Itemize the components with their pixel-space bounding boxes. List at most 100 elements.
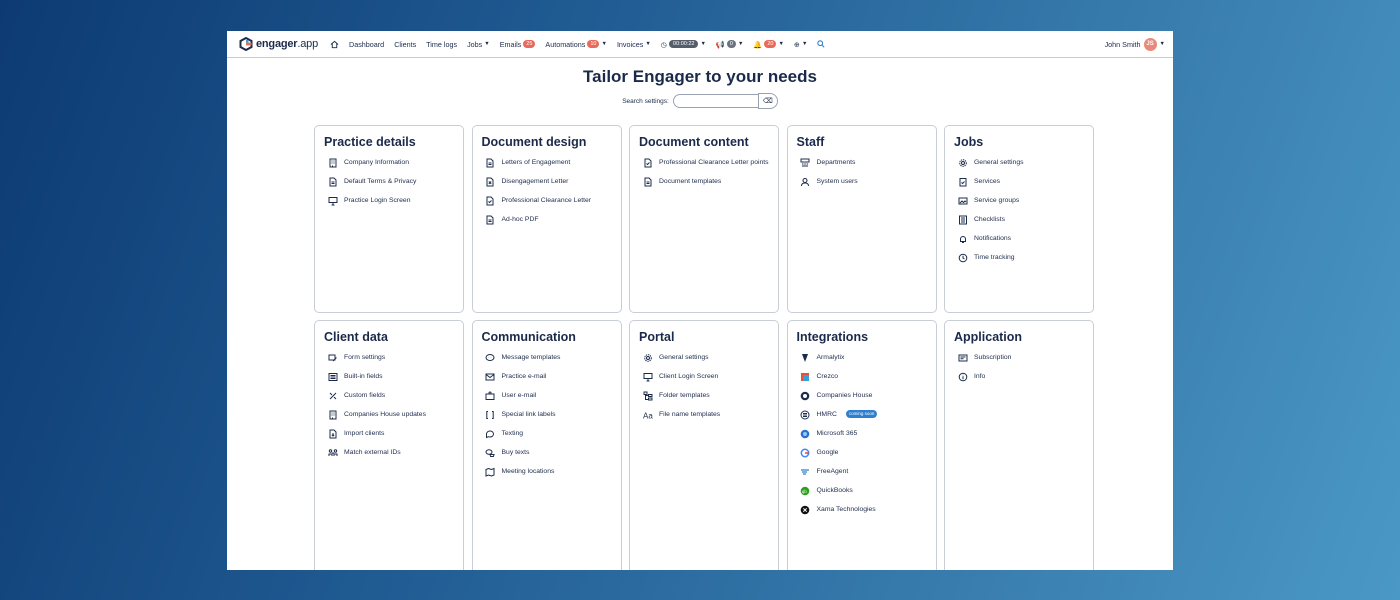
settings-link-meeting-locations[interactable]: Meeting locations — [482, 467, 613, 477]
nav-jobs[interactable]: Jobs ▼ — [467, 40, 490, 49]
checklist-icon — [957, 214, 968, 225]
settings-link-custom-fields[interactable]: Custom fields — [324, 391, 455, 401]
settings-link-general-settings[interactable]: General settings — [954, 158, 1085, 168]
settings-link-practice-login-screen[interactable]: Practice Login Screen — [324, 196, 455, 206]
nav-automations[interactable]: Automations 10 ▼ — [545, 40, 607, 49]
settings-link-checklists[interactable]: Checklists — [954, 215, 1085, 225]
announcements-menu[interactable]: 📢 0 ▼ — [716, 40, 743, 49]
card-practice-details: Practice details Company Information Defau… — [314, 125, 464, 313]
settings-link-label: Texting — [501, 430, 524, 437]
search-icon[interactable] — [817, 40, 825, 48]
settings-link-buy-texts[interactable]: Buy texts — [482, 448, 613, 458]
home-icon[interactable] — [330, 40, 339, 49]
nav-clients[interactable]: Clients — [394, 40, 416, 49]
add-new-menu[interactable]: ⊕ ▼ — [794, 40, 807, 49]
settings-link-label: Notifications — [974, 235, 1012, 242]
nav-automations-label: Automations — [545, 39, 586, 49]
nav-dashboard[interactable]: Dashboard — [349, 40, 384, 49]
megaphone-icon: 📢 — [715, 39, 725, 49]
settings-link-import-clients[interactable]: Import clients — [324, 429, 455, 439]
settings-link-company-information[interactable]: Company Information — [324, 158, 455, 168]
settings-link-notifications[interactable]: Notifications — [954, 234, 1085, 244]
nav-time-logs[interactable]: Time logs — [426, 40, 457, 49]
settings-link-form-settings[interactable]: Form settings — [324, 353, 455, 363]
form-edit-icon — [327, 352, 338, 363]
chevron-down-icon: ▼ — [601, 41, 607, 47]
armalytix-logo-icon — [800, 352, 811, 363]
settings-link-label: File name templates — [659, 411, 721, 418]
companies-house-logo-icon — [800, 390, 811, 401]
engager-logo[interactable]: engager.app — [239, 37, 318, 51]
settings-link-subscription[interactable]: Subscription — [954, 353, 1085, 363]
engager-logo-icon — [239, 37, 253, 51]
settings-link-time-tracking[interactable]: Time tracking — [954, 253, 1085, 263]
settings-link-document-templates[interactable]: Document templates — [639, 177, 770, 187]
settings-link-service-groups[interactable]: Service groups — [954, 196, 1085, 206]
timer-control[interactable]: ◷ 00:00:22 ▼ — [661, 40, 706, 49]
settings-link-freeagent[interactable]: FreeAgent — [797, 467, 928, 477]
info-icon — [957, 371, 968, 382]
settings-link-system-users[interactable]: System users — [797, 177, 928, 187]
settings-link-label: Meeting locations — [501, 468, 555, 475]
settings-link-label: Services — [974, 178, 1001, 185]
settings-link-label: Professional Clearance Letter points — [659, 159, 769, 166]
svg-text:qb: qb — [802, 488, 808, 493]
settings-link-ad-hoc-pdf[interactable]: Ad-hoc PDF — [482, 215, 613, 225]
settings-link-services[interactable]: Services — [954, 177, 1085, 187]
settings-link-microsoft-365[interactable]: Microsoft 365 — [797, 429, 928, 439]
settings-link-label: Buy texts — [501, 449, 530, 456]
settings-link-companies-house[interactable]: Companies House — [797, 391, 928, 401]
settings-link-texting[interactable]: Texting — [482, 429, 613, 439]
settings-link-label: Document templates — [659, 178, 722, 185]
settings-link-user-e-mail[interactable]: User e-mail — [482, 391, 613, 401]
settings-link-xama-technologies[interactable]: Xama Technologies — [797, 505, 928, 515]
notifications-menu[interactable]: 🔔 20 ▼ — [753, 40, 784, 49]
nav-invoices[interactable]: Invoices ▼ — [617, 40, 651, 49]
settings-link-companies-house-updates[interactable]: Companies House updates — [324, 410, 455, 420]
settings-link-hmrc[interactable]: HMRC coming soon — [797, 410, 928, 420]
settings-link-quickbooks[interactable]: qb QuickBooks — [797, 486, 928, 496]
card-title: Staff — [796, 135, 825, 149]
font-icon: Aa — [642, 409, 653, 420]
document-icon — [485, 157, 496, 168]
settings-link-message-templates[interactable]: Message templates — [482, 353, 613, 363]
settings-link-departments[interactable]: Departments — [797, 158, 928, 168]
settings-link-crezco[interactable]: Crezco — [797, 372, 928, 382]
settings-link-professional-clearance-letter[interactable]: Professional Clearance Letter — [482, 196, 613, 206]
svg-text:Aa: Aa — [643, 411, 653, 420]
settings-link-armalytix[interactable]: Armalytix — [797, 353, 928, 363]
settings-link-info[interactable]: Info — [954, 372, 1085, 382]
crezco-logo-icon — [800, 371, 811, 382]
user-menu[interactable]: John Smith JS ▼ — [1105, 37, 1165, 51]
microsoft365-logo-icon — [800, 428, 811, 439]
settings-link-built-in-fields[interactable]: Built-in fields — [324, 372, 455, 382]
clipboard-check-icon — [957, 176, 968, 187]
settings-link-special-link-labels[interactable]: Special link labels — [482, 410, 613, 420]
settings-link-disengagement-letter[interactable]: Disengagement Letter — [482, 177, 613, 187]
user-icon — [800, 176, 811, 187]
settings-link-match-external-ids[interactable]: Match external IDs — [324, 448, 455, 458]
settings-link-folder-templates[interactable]: Folder templates — [639, 391, 770, 401]
chevron-down-icon: ▼ — [801, 41, 808, 47]
xama-logo-icon — [800, 504, 811, 515]
settings-link-letters-of-engagement[interactable]: Letters of Engagement — [482, 158, 613, 168]
settings-search-input[interactable] — [672, 94, 759, 108]
settings-link-default-terms-privacy[interactable]: Default Terms & Privacy — [324, 177, 455, 187]
clear-search-button[interactable]: ⌫ — [757, 93, 778, 109]
settings-link-practice-e-mail[interactable]: Practice e-mail — [482, 372, 613, 382]
bell-icon: 🔔 — [753, 39, 763, 49]
settings-link-label: Companies House — [816, 392, 873, 399]
settings-link-file-name-templates[interactable]: Aa File name templates — [639, 410, 770, 420]
card-portal: Portal General settings Client Login Scree… — [629, 320, 779, 570]
gear-icon — [642, 352, 653, 363]
search-label: Search settings: — [622, 97, 669, 105]
settings-link-label: Info — [974, 373, 986, 380]
settings-link-google[interactable]: Google — [797, 448, 928, 458]
settings-link-client-login-screen[interactable]: Client Login Screen — [639, 372, 770, 382]
settings-link-professional-clearance-letter-points[interactable]: Professional Clearance Letter points — [639, 158, 770, 168]
settings-link-general-settings[interactable]: General settings — [639, 353, 770, 363]
nav-emails[interactable]: Emails 25 — [500, 40, 536, 49]
card-title: Application — [954, 330, 1023, 344]
settings-link-label: Match external IDs — [344, 449, 401, 456]
card-title: Practice details — [324, 135, 416, 149]
